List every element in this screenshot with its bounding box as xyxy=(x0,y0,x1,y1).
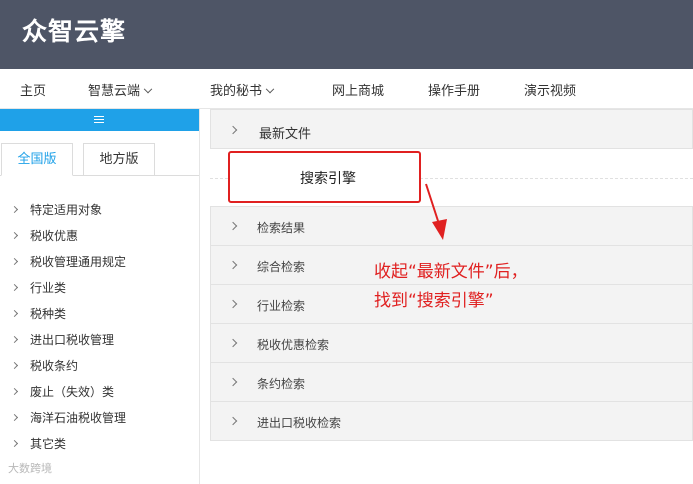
annotation-arrow-icon xyxy=(425,183,447,240)
